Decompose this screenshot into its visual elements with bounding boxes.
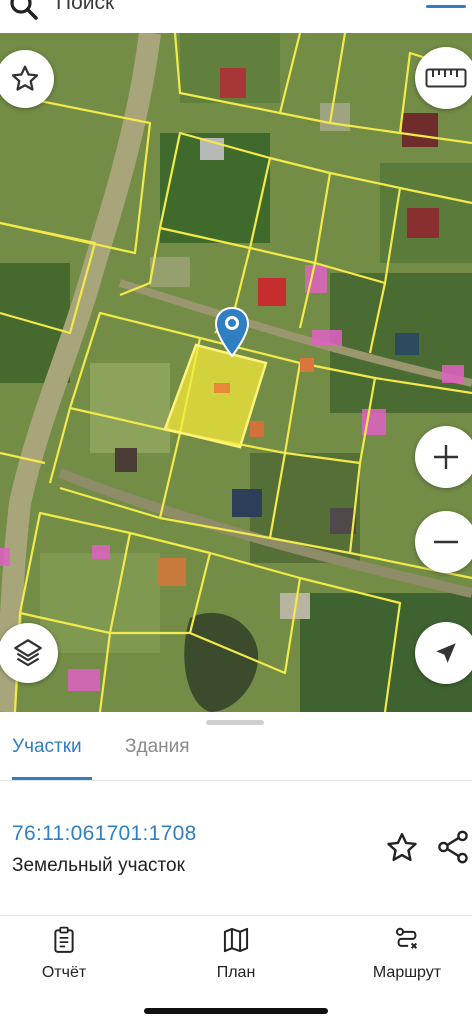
nav-route[interactable]: Маршрут [347,926,467,982]
location-pin-icon [214,306,250,358]
minus-icon [434,540,458,544]
home-indicator [144,1008,328,1014]
add-favorite-button[interactable] [384,830,420,866]
sheet-drag-handle[interactable] [206,720,264,725]
search-input[interactable]: Поиск [56,0,114,15]
search-bar[interactable]: Поиск [0,0,472,33]
route-icon [395,927,418,949]
sheet-divider [0,915,472,916]
location-arrow-icon [436,643,456,663]
bottom-sheet: Участки Здания 76:11:061701:1708 Земельн… [0,712,472,1024]
zoom-out-button[interactable] [415,511,472,573]
map-icon [223,927,249,953]
nav-report[interactable]: Отчёт [4,926,124,982]
layers-icon [14,639,42,667]
ruler-button[interactable] [415,47,472,109]
share-button[interactable] [434,828,472,866]
tab-buildings[interactable]: Здания [125,736,190,758]
map-view[interactable] [0,33,472,712]
tabs-divider [0,780,472,781]
cadastral-number-link[interactable]: 76:11:061701:1708 [12,822,197,846]
parcel-type: Земельный участок [12,855,185,876]
layers-button[interactable] [0,623,58,683]
nav-plan-label: План [216,964,256,981]
star-icon [11,65,39,91]
ruler-icon [425,68,467,88]
tab-parcels[interactable]: Участки [12,736,82,758]
menu-icon[interactable] [426,0,466,16]
nav-route-label: Маршрут [372,964,442,981]
zoom-in-button[interactable] [415,426,472,488]
my-location-button[interactable] [415,622,472,684]
nav-plan[interactable]: План [176,926,296,982]
plus-icon [434,445,458,469]
search-icon [10,0,38,20]
nav-report-label: Отчёт [41,964,87,981]
report-icon [54,926,74,953]
satellite-map [0,33,472,712]
